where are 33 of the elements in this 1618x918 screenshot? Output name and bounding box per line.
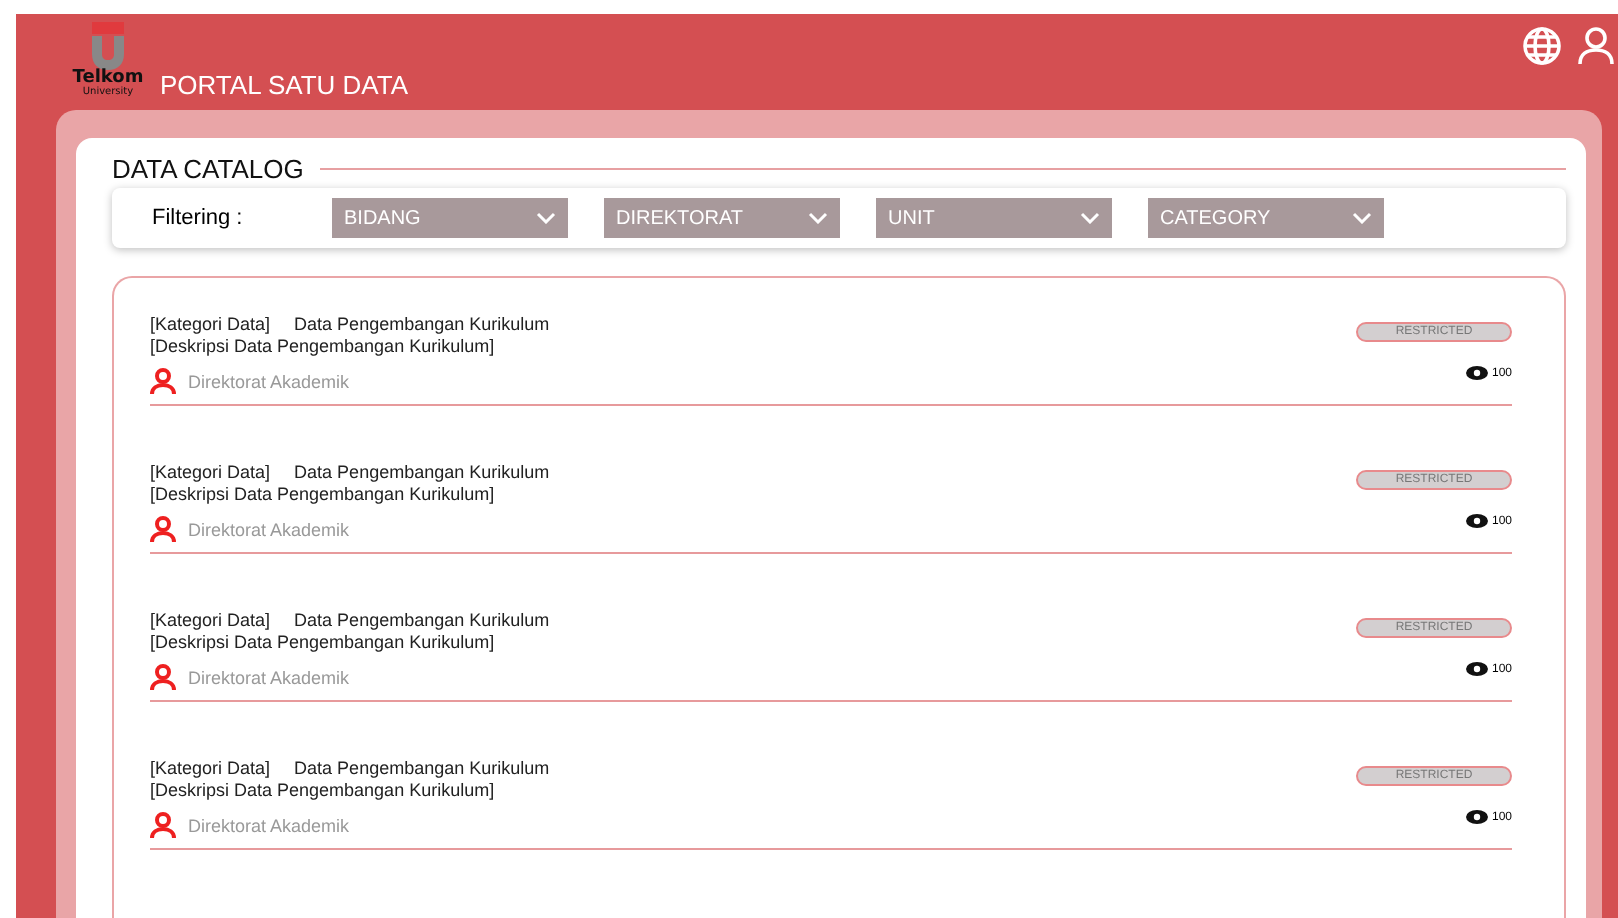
- eye-icon: [1465, 810, 1488, 824]
- language-globe-icon[interactable]: [1522, 26, 1562, 66]
- dataset-description: [Deskripsi Data Pengembangan Kurikulum]: [150, 336, 497, 356]
- dataset-category: [Kategori Data]: [150, 462, 271, 482]
- eye-icon: [1465, 514, 1488, 528]
- dataset-owner: Direktorat Akademik: [188, 371, 350, 391]
- user-icon[interactable]: [1578, 26, 1614, 66]
- filter-label: Filtering :: [150, 206, 245, 230]
- user-icon: [150, 516, 176, 542]
- chevron-down-icon: [536, 212, 556, 224]
- dataset-name: Data Pengembangan Kurikulum: [294, 462, 550, 482]
- user-icon: [150, 664, 176, 690]
- dataset-category: [Kategori Data]: [150, 610, 271, 630]
- dataset-owner: Direktorat Akademik: [188, 815, 350, 835]
- dataset-name: Data Pengembangan Kurikulum: [294, 314, 550, 334]
- section-title: DATA CATALOG: [112, 154, 304, 184]
- chevron-down-icon: [1352, 212, 1372, 224]
- dataset-category: [Kategori Data]: [150, 758, 271, 778]
- eye-icon: [1465, 662, 1488, 676]
- dataset-name: Data Pengembangan Kurikulum: [294, 610, 550, 630]
- user-icon: [150, 812, 176, 838]
- dataset-description: [Deskripsi Data Pengembangan Kurikulum]: [150, 780, 497, 800]
- dataset-owner: Direktorat Akademik: [188, 667, 350, 687]
- eye-icon: [1465, 366, 1488, 380]
- chevron-down-icon: [1080, 212, 1100, 224]
- dataset-category: [Kategori Data]: [150, 314, 271, 334]
- chevron-down-icon: [808, 212, 828, 224]
- portal-title: PORTAL SATU DATA: [160, 70, 409, 100]
- dataset-description: [Deskripsi Data Pengembangan Kurikulum]: [150, 632, 497, 652]
- dataset-name: Data Pengembangan Kurikulum: [294, 758, 550, 778]
- user-icon: [150, 368, 176, 394]
- dataset-description: [Deskripsi Data Pengembangan Kurikulum]: [150, 484, 497, 504]
- dataset-owner: Direktorat Akademik: [188, 519, 350, 539]
